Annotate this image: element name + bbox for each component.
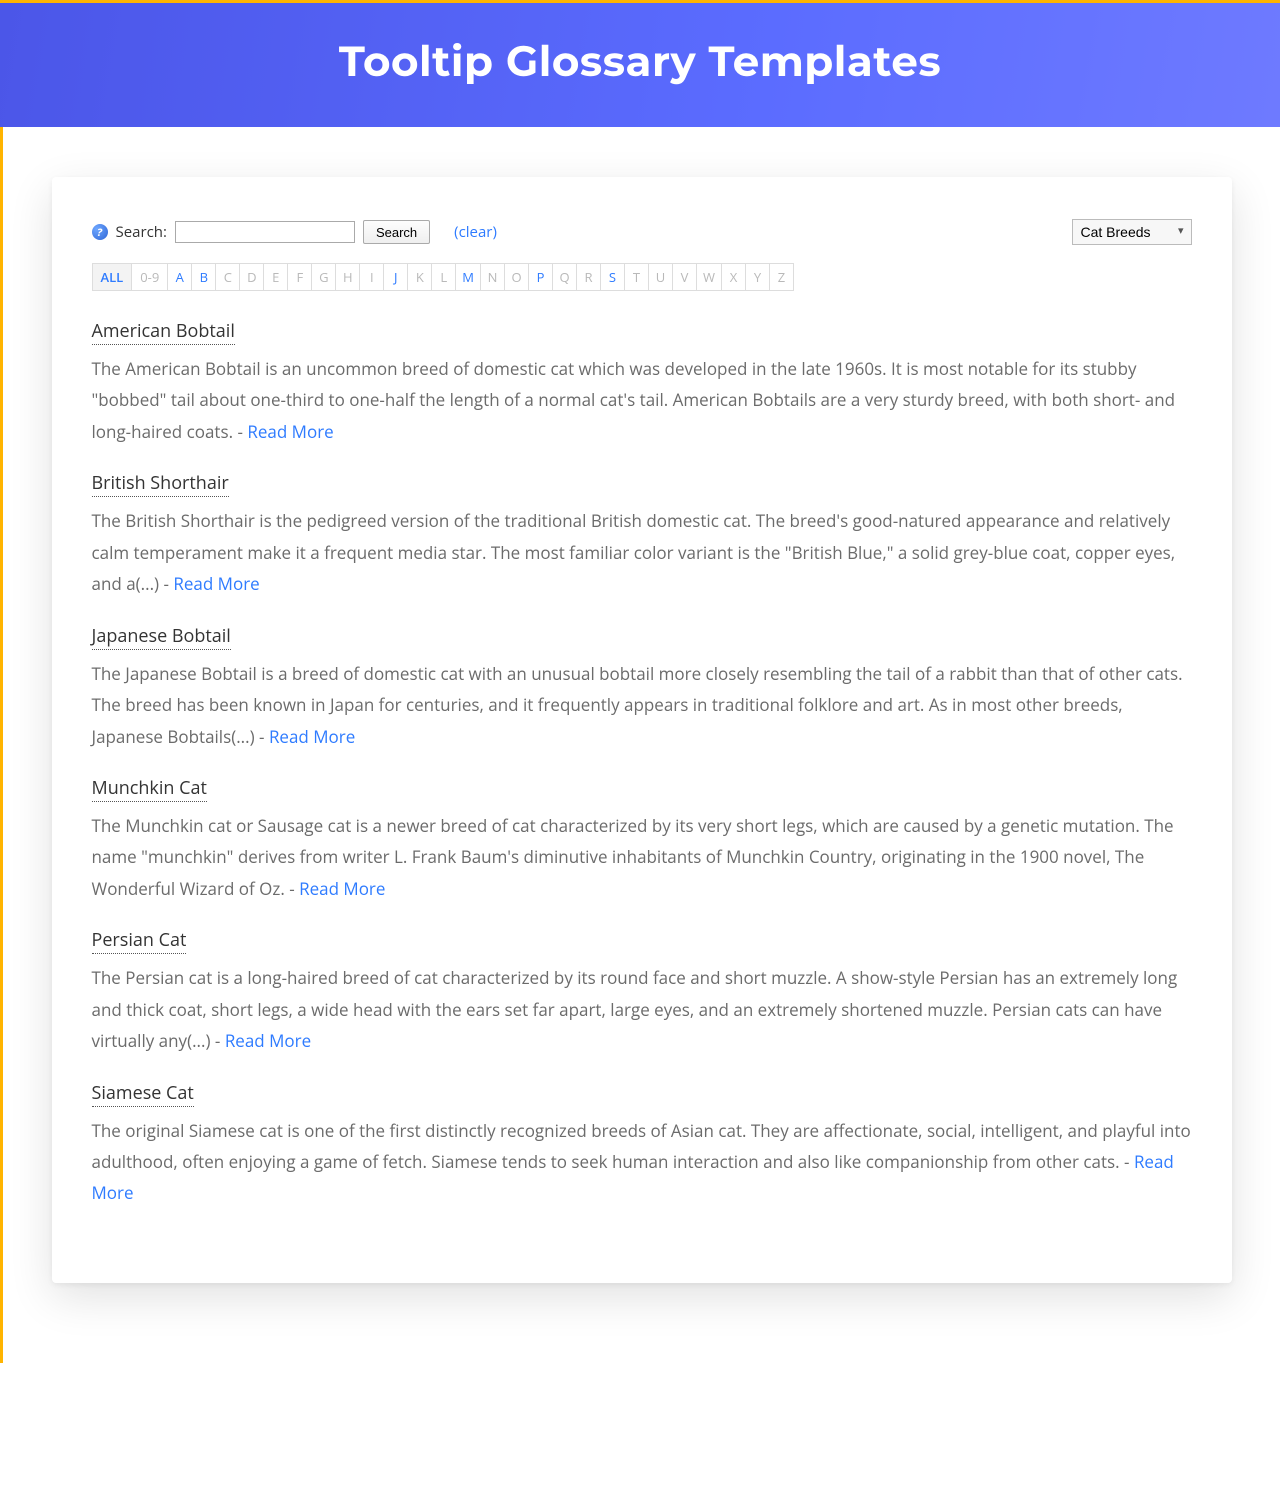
category-select[interactable]: Cat Breeds: [1072, 219, 1192, 245]
entry-description: The original Siamese cat is one of the f…: [92, 1115, 1192, 1209]
entry-description: The Munchkin cat or Sausage cat is a new…: [92, 810, 1192, 904]
entry-description: The Persian cat is a long-haired breed o…: [92, 962, 1192, 1056]
search-row: ? Search: Search (clear) Cat Breeds: [92, 219, 1192, 245]
alpha-filter-0-9[interactable]: 0-9: [132, 263, 168, 291]
glossary-entry: Persian Cat The Persian cat is a long-hai…: [92, 928, 1192, 1056]
entry-title[interactable]: Persian Cat: [92, 928, 187, 954]
alpha-filter-x[interactable]: X: [722, 263, 746, 291]
header-band: Tooltip Glossary Templates: [0, 3, 1280, 127]
dash-separator: -: [255, 725, 269, 748]
dash-separator: -: [211, 1029, 225, 1052]
read-more-link[interactable]: Read More: [299, 877, 385, 900]
entry-desc-text: The original Siamese cat is one of the f…: [92, 1119, 1191, 1173]
clear-link[interactable]: (clear): [454, 222, 497, 242]
alpha-filter-t[interactable]: T: [625, 263, 649, 291]
alpha-filter-y[interactable]: Y: [746, 263, 770, 291]
alpha-filter-all[interactable]: ALL: [93, 263, 133, 291]
entry-description: The Japanese Bobtail is a breed of domes…: [92, 658, 1192, 752]
entry-description: The British Shorthair is the pedigreed v…: [92, 505, 1192, 599]
alpha-filter-n[interactable]: N: [481, 263, 505, 291]
glossary-entry: Siamese Cat The original Siamese cat is o…: [92, 1081, 1192, 1209]
dash-separator: -: [159, 572, 173, 595]
alpha-filter-w[interactable]: W: [697, 263, 722, 291]
alphabet-filter: ALL0-9ABCDEFGHIJKLMNOPQRSTUVWXYZ: [92, 263, 1192, 291]
alpha-filter-f[interactable]: F: [288, 263, 312, 291]
read-more-link[interactable]: Read More: [173, 572, 259, 595]
entry-title[interactable]: American Bobtail: [92, 319, 235, 345]
alpha-filter-k[interactable]: K: [408, 263, 432, 291]
alpha-filter-a[interactable]: A: [168, 263, 192, 291]
category-select-wrap: Cat Breeds: [1072, 219, 1192, 245]
entry-desc-text: The Munchkin cat or Sausage cat is a new…: [92, 814, 1174, 900]
search-label: Search:: [116, 222, 167, 242]
entry-title[interactable]: Japanese Bobtail: [92, 624, 231, 650]
alpha-filter-u[interactable]: U: [649, 263, 673, 291]
alpha-filter-z[interactable]: Z: [770, 263, 794, 291]
entry-title[interactable]: British Shorthair: [92, 471, 229, 497]
alpha-filter-d[interactable]: D: [240, 263, 264, 291]
glossary-entry: American Bobtail The American Bobtail is …: [92, 319, 1192, 447]
alpha-filter-c[interactable]: C: [216, 263, 240, 291]
entry-title[interactable]: Siamese Cat: [92, 1081, 194, 1107]
alpha-filter-p[interactable]: P: [529, 263, 553, 291]
search-button[interactable]: Search: [363, 220, 430, 244]
alpha-filter-j[interactable]: J: [384, 263, 408, 291]
help-icon[interactable]: ?: [92, 224, 108, 240]
alpha-filter-q[interactable]: Q: [553, 263, 577, 291]
read-more-link[interactable]: Read More: [225, 1029, 311, 1052]
page-wrap: ? Search: Search (clear) Cat Breeds ALL0…: [0, 127, 1280, 1363]
entry-title[interactable]: Munchkin Cat: [92, 776, 207, 802]
entries-list: American Bobtail The American Bobtail is …: [92, 319, 1192, 1209]
glossary-entry: Japanese Bobtail The Japanese Bobtail is …: [92, 624, 1192, 752]
alpha-filter-i[interactable]: I: [360, 263, 384, 291]
search-input[interactable]: [175, 221, 355, 243]
glossary-entry: British Shorthair The British Shorthair i…: [92, 471, 1192, 599]
alpha-filter-m[interactable]: M: [456, 263, 481, 291]
read-more-link[interactable]: Read More: [247, 420, 333, 443]
glossary-entry: Munchkin Cat The Munchkin cat or Sausage …: [92, 776, 1192, 904]
alpha-filter-g[interactable]: G: [312, 263, 336, 291]
alpha-filter-r[interactable]: R: [577, 263, 601, 291]
dash-separator: -: [285, 877, 299, 900]
entry-description: The American Bobtail is an uncommon bree…: [92, 353, 1192, 447]
alpha-filter-l[interactable]: L: [432, 263, 456, 291]
read-more-link[interactable]: Read More: [269, 725, 355, 748]
alpha-filter-h[interactable]: H: [336, 263, 360, 291]
alpha-filter-v[interactable]: V: [673, 263, 697, 291]
page-title: Tooltip Glossary Templates: [0, 35, 1280, 87]
alpha-filter-s[interactable]: S: [601, 263, 625, 291]
dash-separator: -: [233, 420, 247, 443]
alpha-filter-o[interactable]: O: [505, 263, 529, 291]
alpha-filter-e[interactable]: E: [264, 263, 288, 291]
alpha-filter-b[interactable]: B: [192, 263, 216, 291]
dash-separator: -: [1120, 1150, 1134, 1173]
content-card: ? Search: Search (clear) Cat Breeds ALL0…: [52, 177, 1232, 1283]
